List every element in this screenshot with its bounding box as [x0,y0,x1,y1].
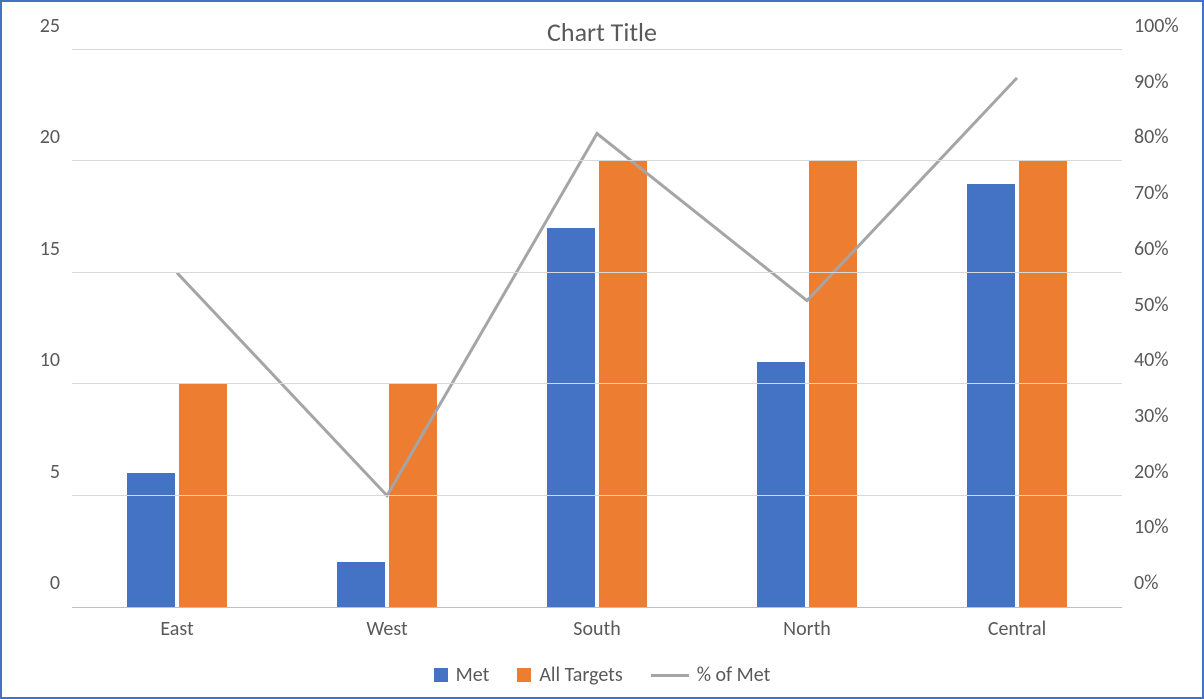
gridline [72,49,1122,50]
legend-item-pct-met: % of Met [651,663,771,687]
y-right-tick-label: 80% [1122,125,1194,149]
y-left-tick-label: 15 [10,237,72,261]
gridline [72,272,1122,273]
y-right-tick-label: 100% [1122,14,1194,38]
y-right-tick-label: 20% [1122,460,1194,484]
chart-title: Chart Title [2,16,1202,48]
legend: Met All Targets % of Met [2,663,1202,687]
y-left-tick-label: 25 [10,14,72,38]
y-left-tick-label: 0 [10,571,72,595]
legend-label: % of Met [697,663,771,687]
x-tick-label: South [573,607,620,641]
legend-item-met: Met [434,663,490,687]
line-series--of-met [177,78,1017,496]
y-left-tick-label: 20 [10,125,72,149]
y-right-tick-label: 70% [1122,181,1194,205]
plot-area: 05101520250%10%20%30%40%50%60%70%80%90%1… [72,50,1122,607]
y-right-tick-label: 10% [1122,515,1194,539]
legend-label: All Targets [539,663,622,687]
chart-container: Chart Title 05101520250%10%20%30%40%50%6… [0,0,1204,699]
square-icon [517,668,531,682]
legend-label: Met [456,663,490,687]
gridline [72,160,1122,161]
legend-item-all-targets: All Targets [517,663,622,687]
gridline [72,495,1122,496]
line-series-svg [72,50,1122,607]
y-right-tick-label: 60% [1122,237,1194,261]
y-right-tick-label: 40% [1122,348,1194,372]
y-right-tick-label: 50% [1122,293,1194,317]
y-left-tick-label: 10 [10,348,72,372]
x-tick-label: West [366,607,407,641]
gridline [72,383,1122,384]
square-icon [434,668,448,682]
y-right-tick-label: 90% [1122,70,1194,94]
y-right-tick-label: 30% [1122,404,1194,428]
x-tick-label: Central [988,607,1046,641]
y-left-tick-label: 5 [10,460,72,484]
y-right-tick-label: 0% [1122,571,1194,595]
line-icon [651,674,689,677]
x-tick-label: East [160,607,193,641]
x-tick-label: North [783,607,831,641]
